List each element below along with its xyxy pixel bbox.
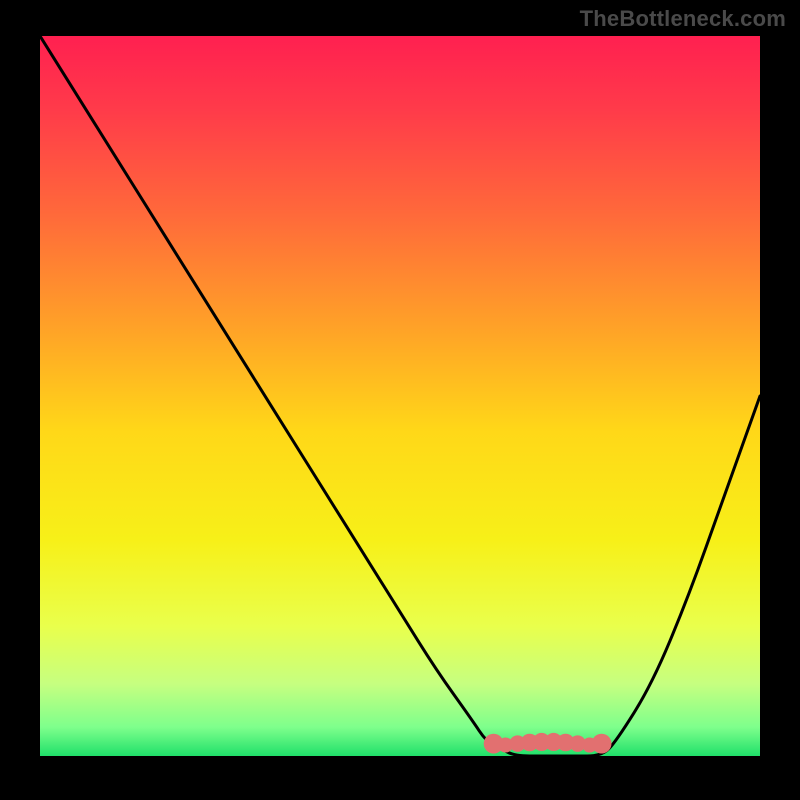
gradient-background	[40, 36, 760, 756]
plot-area	[40, 36, 760, 756]
optimum-marker-endcap	[484, 734, 504, 754]
watermark-label: TheBottleneck.com	[580, 6, 786, 32]
optimum-marker-endcap	[592, 734, 612, 754]
chart-frame: TheBottleneck.com	[0, 0, 800, 800]
chart-svg	[40, 36, 760, 756]
